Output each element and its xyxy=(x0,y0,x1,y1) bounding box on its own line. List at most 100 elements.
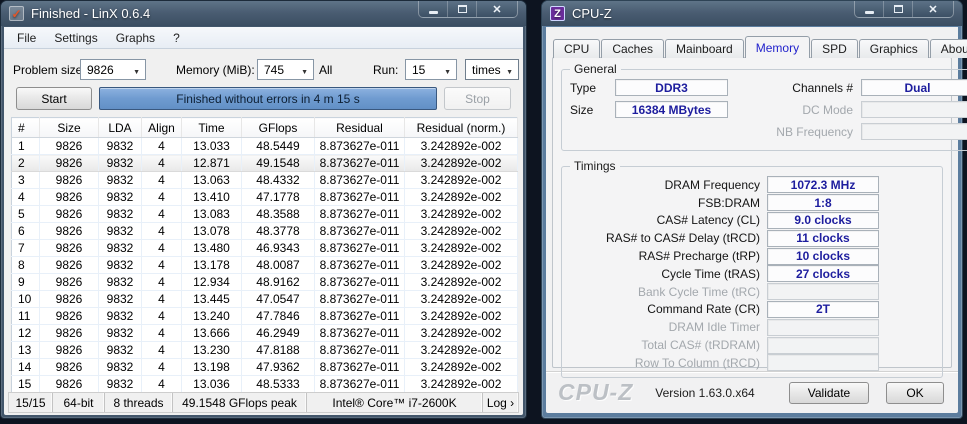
table-cell: 4 xyxy=(142,359,182,376)
table-cell: 7 xyxy=(12,240,40,257)
tab-about[interactable]: About xyxy=(930,39,967,58)
minimize-button[interactable] xyxy=(419,1,448,17)
field-label: Cycle Time (tRAS) xyxy=(570,267,760,281)
table-header-cell[interactable]: Size xyxy=(40,118,99,138)
table-header-cell[interactable]: GFlops xyxy=(242,118,315,138)
table-row[interactable]: 498269832413.41047.17788.873627e-0113.24… xyxy=(12,189,518,206)
table-cell: 8.873627e-011 xyxy=(315,325,405,342)
table-header-cell[interactable]: Residual xyxy=(315,118,405,138)
menu-item-file[interactable]: File xyxy=(8,29,45,47)
table-row[interactable]: 698269832413.07848.37788.873627e-0113.24… xyxy=(12,223,518,240)
table-cell: 8 xyxy=(12,257,40,274)
field-row: Channels #Dual xyxy=(755,79,967,96)
field-row: FSB:DRAM1:8 xyxy=(570,194,934,212)
table-row[interactable]: 798269832413.48046.93438.873627e-0113.24… xyxy=(12,240,518,257)
table-cell: 14 xyxy=(12,359,40,376)
tab-spd[interactable]: SPD xyxy=(811,39,858,58)
menu-item-graphs[interactable]: Graphs xyxy=(107,29,164,47)
status-threads: 8 threads xyxy=(105,393,173,412)
table-row[interactable]: 298269832412.87149.15488.873627e-0113.24… xyxy=(12,155,518,172)
maximize-button[interactable] xyxy=(884,1,913,17)
timings-rows: DRAM Frequency1072.3 MHzFSB:DRAM1:8CAS# … xyxy=(570,176,934,372)
table-cell: 3.242892e-002 xyxy=(405,376,518,393)
table-row[interactable]: 1498269832413.19847.93628.873627e-0113.2… xyxy=(12,359,518,376)
start-button[interactable]: Start xyxy=(16,87,92,110)
table-cell: 46.9343 xyxy=(242,240,315,257)
field-row: NB Frequency xyxy=(755,123,967,140)
memory-tabpage: General TypeDDR3Size16384 MBytes Channel… xyxy=(552,57,952,368)
table-header-cell[interactable]: LDA xyxy=(99,118,142,138)
table-header-cell[interactable]: Align xyxy=(142,118,182,138)
table-cell: 47.1778 xyxy=(242,189,315,206)
table-row[interactable]: 898269832413.17848.00878.873627e-0113.24… xyxy=(12,257,518,274)
table-cell: 47.8188 xyxy=(242,342,315,359)
status-log[interactable]: Log › xyxy=(483,393,518,412)
tab-mainboard[interactable]: Mainboard xyxy=(665,39,744,58)
field-value: 11 clocks xyxy=(767,230,879,247)
field-row: DRAM Idle Timer xyxy=(570,318,934,336)
field-row: RAS# to CAS# Delay (tRCD) 11 clocks xyxy=(570,229,934,247)
field-label: Size xyxy=(570,103,615,117)
table-cell: 13.033 xyxy=(182,138,242,155)
minimize-button[interactable] xyxy=(855,1,884,17)
menu-item-settings[interactable]: Settings xyxy=(45,29,106,47)
problem-size-combo[interactable]: 9826 xyxy=(80,59,146,80)
table-cell: 13.666 xyxy=(182,325,242,342)
table-cell: 4 xyxy=(142,189,182,206)
general-legend: General xyxy=(570,62,621,76)
table-row[interactable]: 1298269832413.66646.29498.873627e-0113.2… xyxy=(12,325,518,342)
close-button[interactable] xyxy=(913,1,953,17)
table-cell: 4 xyxy=(142,172,182,189)
tab-memory[interactable]: Memory xyxy=(745,36,810,58)
table-header-cell[interactable]: # xyxy=(12,118,40,138)
table-cell: 9832 xyxy=(99,257,142,274)
table-cell: 3.242892e-002 xyxy=(405,240,518,257)
table-cell: 9832 xyxy=(99,189,142,206)
stop-button[interactable]: Stop xyxy=(444,87,511,110)
field-row: RAS# Precharge (tRP)10 clocks xyxy=(570,247,934,265)
maximize-icon xyxy=(894,5,903,13)
table-row[interactable]: 198269832413.03348.54498.873627e-0113.24… xyxy=(12,138,518,155)
field-row: DRAM Frequency1072.3 MHz xyxy=(570,176,934,194)
run-combo[interactable]: 15 xyxy=(405,59,457,80)
tab-graphics[interactable]: Graphics xyxy=(859,39,929,58)
table-cell: 10 xyxy=(12,291,40,308)
table-cell: 4 xyxy=(142,240,182,257)
table-cell: 3.242892e-002 xyxy=(405,206,518,223)
times-combo[interactable]: times xyxy=(465,59,519,80)
table-row[interactable]: 398269832413.06348.43328.873627e-0113.24… xyxy=(12,172,518,189)
table-header-cell[interactable]: Residual (norm.) xyxy=(405,118,518,138)
table-row[interactable]: 598269832413.08348.35888.873627e-0113.24… xyxy=(12,206,518,223)
validate-button[interactable]: Validate xyxy=(789,382,869,404)
table-header-cell[interactable]: Time xyxy=(182,118,242,138)
table-cell: 3.242892e-002 xyxy=(405,138,518,155)
table-row[interactable]: 1098269832413.44547.05478.873627e-0113.2… xyxy=(12,291,518,308)
field-value: DDR3 xyxy=(615,79,728,96)
menu-item-help[interactable]: ? xyxy=(164,29,189,47)
tab-caches[interactable]: Caches xyxy=(601,39,664,58)
table-cell: 9826 xyxy=(40,274,99,291)
table-cell: 11 xyxy=(12,308,40,325)
close-icon xyxy=(492,2,501,16)
table-cell: 9826 xyxy=(40,342,99,359)
field-label: Command Rate (CR) xyxy=(570,302,760,316)
ok-button[interactable]: OK xyxy=(886,382,944,404)
table-row[interactable]: 998269832412.93448.91628.873627e-0113.24… xyxy=(12,274,518,291)
tab-cpu[interactable]: CPU xyxy=(553,39,600,58)
maximize-button[interactable] xyxy=(448,1,477,17)
field-row: DC Mode xyxy=(755,101,967,118)
table-cell: 4 xyxy=(142,138,182,155)
field-label: RAS# to CAS# Delay (tRCD) xyxy=(570,231,760,245)
table-cell: 13.083 xyxy=(182,206,242,223)
field-row: CAS# Latency (CL)9.0 clocks xyxy=(570,212,934,230)
table-cell: 49.1548 xyxy=(242,155,315,172)
table-row[interactable]: 1198269832413.24047.78468.873627e-0113.2… xyxy=(12,308,518,325)
table-cell: 48.0087 xyxy=(242,257,315,274)
memory-combo[interactable]: 745 xyxy=(257,59,314,80)
close-button[interactable] xyxy=(477,1,517,17)
table-cell: 13.078 xyxy=(182,223,242,240)
table-cell: 4 xyxy=(142,223,182,240)
table-row[interactable]: 1598269832413.03648.53338.873627e-0113.2… xyxy=(12,376,518,393)
table-cell: 48.3588 xyxy=(242,206,315,223)
table-row[interactable]: 1398269832413.23047.81888.873627e-0113.2… xyxy=(12,342,518,359)
